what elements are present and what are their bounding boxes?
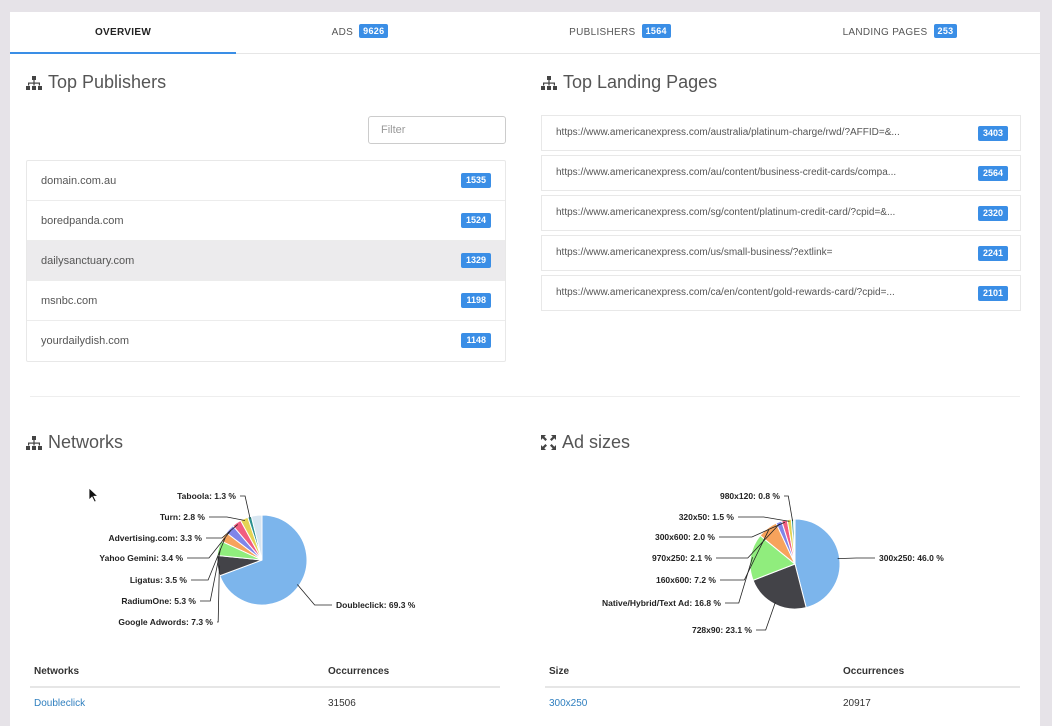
network-name-link[interactable]: Doubleclick: [34, 698, 85, 709]
tab-landing-pages-count: 253: [933, 24, 958, 38]
tab-bar: OVERVIEW ADS 9626 PUBLISHERS 1564 LANDIN…: [10, 12, 1040, 54]
tab-overview[interactable]: OVERVIEW: [10, 12, 236, 54]
pie-data-label: Yahoo Gemini: 3.4 %: [99, 553, 183, 563]
publisher-count: 1148: [461, 333, 491, 348]
landing-page-url: https://www.americanexpress.com/ca/en/co…: [556, 287, 895, 298]
list-item[interactable]: https://www.americanexpress.com/au/conte…: [541, 155, 1021, 191]
tab-publishers[interactable]: PUBLISHERS 1564: [480, 12, 760, 54]
pie-data-label: RadiumOne: 5.3 %: [121, 596, 196, 606]
pie-data-label: Google Adwords: 7.3 %: [118, 617, 213, 627]
tab-landing-pages-label: LANDING PAGES: [842, 27, 928, 38]
ad-sizes-pie-chart: 300x250: 46.0 % 728x90: 23.1 % Native/Hybr…: [602, 491, 944, 635]
pie-data-label: Doubleclick: 69.3 %: [336, 600, 416, 610]
publishers-list: domain.com.au 1535 boredpanda.com 1524 d…: [26, 160, 506, 362]
pie-connector-line: [297, 584, 332, 606]
occurrences-column-header: Occurrences: [328, 666, 390, 677]
publisher-name: yourdailydish.com: [41, 335, 130, 347]
ad-sizes-table: Size Occurrences 300x250 20917: [545, 656, 1020, 716]
pie-connector-line: [784, 495, 793, 522]
landing-page-count: 2101: [977, 286, 1008, 301]
list-item[interactable]: https://www.americanexpress.com/sg/conte…: [541, 195, 1021, 231]
tab-publishers-count: 1564: [641, 24, 671, 38]
ad-size-link[interactable]: 300x250: [549, 698, 587, 709]
landing-page-count: 2564: [977, 166, 1008, 181]
table-header-divider: [30, 686, 500, 688]
list-item[interactable]: https://www.americanexpress.com/australi…: [541, 115, 1021, 151]
landing-page-count: 2320: [977, 206, 1008, 221]
ad-sizes-heading: Ad sizes: [541, 432, 630, 453]
landing-page-url: https://www.americanexpress.com/us/small…: [556, 247, 833, 258]
publisher-name: dailysanctuary.com: [41, 255, 135, 267]
publisher-count: 1524: [460, 213, 491, 228]
top-publishers-heading: Top Publishers: [26, 72, 166, 93]
pie-data-label: 300x600: 2.0 %: [655, 532, 715, 542]
networks-heading: Networks: [26, 432, 123, 453]
pie-data-label: Ligatus: 3.5 %: [130, 575, 188, 585]
publisher-name: boredpanda.com: [41, 215, 124, 227]
pie-data-label: 980x120: 0.8 %: [720, 491, 780, 501]
tab-publishers-label: PUBLISHERS: [569, 27, 636, 38]
top-publishers-title: Top Publishers: [48, 72, 167, 92]
mouse-cursor-icon: [88, 487, 100, 503]
pie-data-label: Turn: 2.8 %: [160, 512, 206, 522]
landing-page-url: https://www.americanexpress.com/au/conte…: [556, 167, 897, 178]
pie-connector-line: [837, 557, 875, 560]
list-item[interactable]: dailysanctuary.com 1329: [27, 241, 505, 281]
expand-arrows-icon: [541, 435, 556, 450]
sitemap-icon: [26, 435, 42, 450]
pie-data-label: Taboola: 1.3 %: [177, 491, 236, 501]
networks-column-header: Networks: [34, 666, 80, 677]
ad-size-occurrences: 20917: [843, 698, 871, 709]
list-item[interactable]: https://www.americanexpress.com/ca/en/co…: [541, 275, 1021, 311]
tab-ads-label: ADS: [331, 27, 354, 38]
pie-data-label: 320x50: 1.5 %: [679, 512, 735, 522]
network-occurrences: 31506: [328, 698, 356, 709]
publisher-count: 1535: [460, 173, 491, 188]
list-item[interactable]: yourdailydish.com 1148: [27, 321, 505, 361]
publisher-count: 1198: [461, 293, 491, 308]
pie-data-label: Native/Hybrid/Text Ad: 16.8 %: [602, 598, 721, 608]
pie-connector-line: [217, 565, 220, 623]
publisher-filter-input[interactable]: [368, 116, 506, 144]
top-landing-pages-title: Top Landing Pages: [563, 72, 718, 92]
top-landing-pages-heading: Top Landing Pages: [541, 72, 717, 93]
sitemap-icon: [541, 75, 557, 90]
landing-page-url: https://www.americanexpress.com/sg/conte…: [556, 207, 896, 218]
publisher-name: domain.com.au: [41, 175, 117, 187]
landing-page-count: 2241: [977, 246, 1008, 261]
list-item[interactable]: boredpanda.com 1524: [27, 201, 505, 241]
tab-ads[interactable]: ADS 9626: [240, 12, 480, 54]
pie-connector-line: [240, 495, 251, 519]
pie-connector-line: [209, 516, 245, 521]
tab-ads-count: 9626: [359, 24, 389, 38]
list-item[interactable]: domain.com.au 1535: [27, 161, 505, 201]
tab-landing-pages[interactable]: LANDING PAGES 253: [760, 12, 1040, 54]
sitemap-icon: [26, 75, 42, 90]
pie-data-label: 728x90: 23.1 %: [692, 625, 752, 635]
landing-page-url: https://www.americanexpress.com/australi…: [556, 127, 900, 138]
publisher-count: 1329: [460, 253, 491, 268]
size-column-header: Size: [549, 666, 570, 677]
section-divider: [30, 396, 1020, 397]
pie-data-label: 970x250: 2.1 %: [652, 553, 712, 563]
pie-data-label: 300x250: 46.0 %: [879, 553, 944, 563]
table-header-divider: [545, 686, 1020, 688]
list-item[interactable]: https://www.americanexpress.com/us/small…: [541, 235, 1021, 271]
pie-data-label: Advertising.com: 3.3 %: [108, 533, 202, 543]
occurrences-column-header: Occurrences: [843, 666, 905, 677]
pie-data-label: 160x600: 7.2 %: [656, 575, 716, 585]
list-item[interactable]: msnbc.com 1198: [27, 281, 505, 321]
pie-connector-line: [756, 602, 776, 631]
landing-page-count: 3403: [977, 126, 1008, 141]
publisher-name: msnbc.com: [41, 295, 98, 307]
networks-table: Networks Occurrences Doubleclick 31506: [30, 656, 500, 716]
tab-overview-label: OVERVIEW: [94, 27, 152, 38]
networks-title: Networks: [48, 432, 124, 452]
ad-sizes-title: Ad sizes: [562, 432, 631, 452]
